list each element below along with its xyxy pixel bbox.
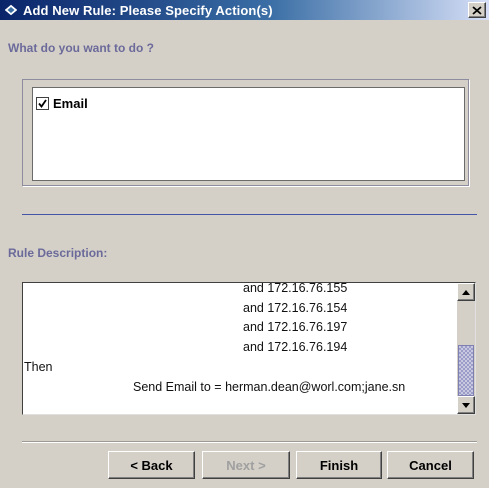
action-panel: Email xyxy=(22,79,469,186)
next-button-label: Next > xyxy=(226,457,266,473)
description-line: Send Email to = herman.dean@worl.com;jan… xyxy=(133,380,406,394)
button-divider xyxy=(22,441,477,443)
finish-button[interactable]: Finish xyxy=(296,451,382,479)
description-line: and 172.16.76.155 xyxy=(243,282,348,295)
scroll-down-button[interactable] xyxy=(457,396,475,414)
down-arrow-icon xyxy=(462,402,470,408)
email-checkbox[interactable] xyxy=(36,97,49,110)
action-list: Email xyxy=(32,87,465,181)
window-title: Add New Rule: Please Specify Action(s) xyxy=(23,2,273,18)
description-line: and 172.16.76.154 xyxy=(243,301,348,315)
close-button[interactable] xyxy=(468,2,486,18)
section-divider xyxy=(22,214,477,215)
title-bar: Add New Rule: Please Specify Action(s) xyxy=(0,0,489,20)
close-icon xyxy=(472,3,482,18)
rule-icon xyxy=(3,2,19,18)
description-heading: Rule Description: xyxy=(8,246,108,260)
scroll-up-button[interactable] xyxy=(457,283,475,301)
scroll-track[interactable] xyxy=(457,301,475,396)
back-button[interactable]: < Back xyxy=(108,451,195,479)
description-line: and 172.16.76.194 xyxy=(243,340,348,354)
email-action-label: Email xyxy=(53,96,88,111)
checkmark-icon xyxy=(38,99,47,108)
email-action-row[interactable]: Email xyxy=(36,96,88,111)
scroll-thumb[interactable] xyxy=(458,345,474,396)
actions-heading: What do you want to do ? xyxy=(8,41,154,55)
description-line: Then xyxy=(24,360,53,374)
vertical-scrollbar[interactable] xyxy=(457,283,475,414)
description-line: and 172.16.76.197 xyxy=(243,320,348,334)
up-arrow-icon xyxy=(462,289,470,295)
next-button[interactable]: Next > xyxy=(202,451,290,479)
cancel-button[interactable]: Cancel xyxy=(387,451,474,479)
rule-description-box[interactable]: and 172.16.76.155 and 172.16.76.154 and … xyxy=(22,282,476,415)
